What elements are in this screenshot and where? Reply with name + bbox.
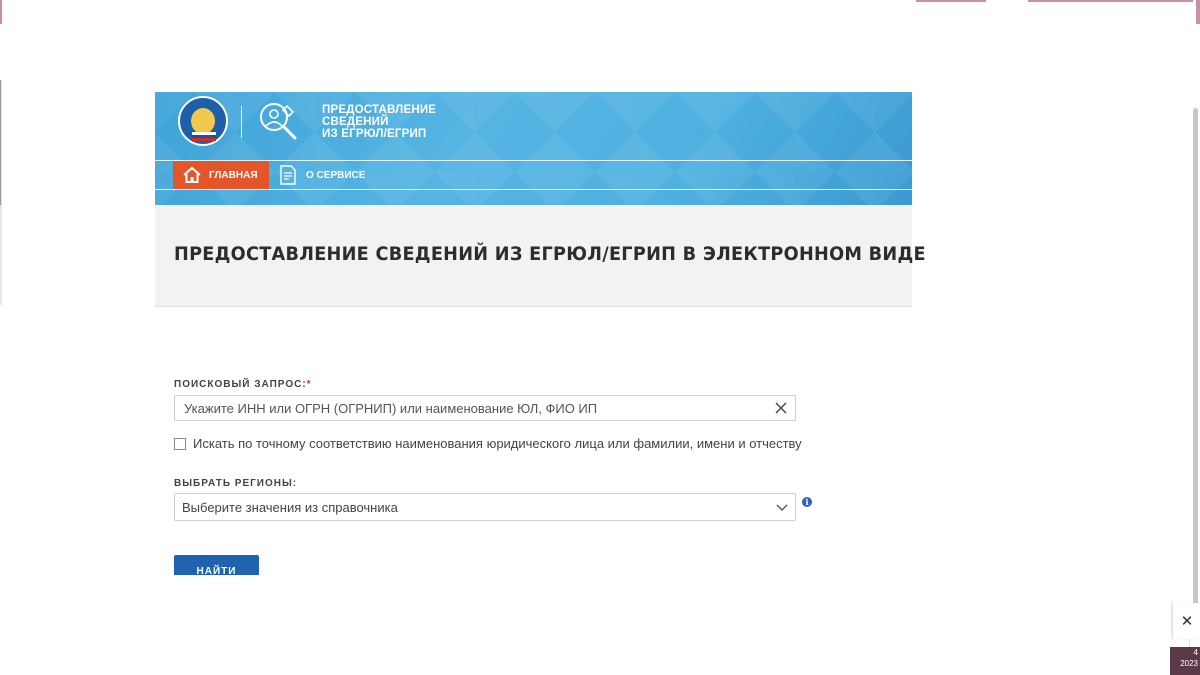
clock-line: 4	[1193, 648, 1198, 657]
nav-divider	[155, 189, 912, 190]
service-title-line: ИЗ ЕГРЮЛ/ЕГРИП	[322, 128, 427, 140]
exact-match-checkbox[interactable]	[174, 437, 186, 450]
nav-item-about[interactable]: О СЕРВИСЕ	[269, 161, 365, 189]
russian-flag-icon	[192, 132, 216, 141]
clock-line: 2023	[1180, 659, 1198, 668]
service-title[interactable]: ПРЕДОСТАВЛЕНИЕ СВЕДЕНИЙ ИЗ ЕГРЮЛ/ЕГРИП	[322, 104, 522, 140]
document-icon	[280, 165, 296, 185]
nav-about-label: О СЕРВИСЕ	[306, 169, 366, 181]
top-edge-line	[1028, 0, 1193, 2]
exact-match-option[interactable]: Искать по точному соответствию наименова…	[174, 436, 802, 451]
search-button[interactable]: НАЙТИ	[174, 555, 259, 575]
regions-select[interactable]: Выберите значения из справочника	[174, 493, 796, 521]
left-edge-divider	[0, 80, 1, 205]
page-title: ПРЕДОСТАВЛЕНИЕ СВЕДЕНИЙ ИЗ ЕГРЮЛ/ЕГРИП В…	[174, 243, 926, 265]
service-title-line: ПРЕДОСТАВЛЕНИЕ	[322, 104, 437, 116]
scrollbar-thumb[interactable]	[1193, 108, 1198, 608]
main-nav: ГЛАВНАЯ О СЕРВИСЕ	[173, 161, 365, 189]
home-icon	[183, 166, 201, 183]
query-label: ПОИСКОВЫЙ ЗАПРОС:*	[174, 379, 312, 390]
required-mark: *	[306, 379, 312, 390]
regions-label: ВЫБРАТЬ РЕГИОНЫ:	[174, 478, 298, 489]
top-edge-mark-left	[0, 0, 2, 24]
top-edge-mark-right	[1196, 0, 1200, 24]
site-header: ПРЕДОСТАВЛЕНИЕ СВЕДЕНИЙ ИЗ ЕГРЮЛ/ЕГРИП Г…	[155, 92, 912, 205]
chevron-down-icon[interactable]	[776, 501, 788, 513]
nav-home-label: ГЛАВНАЯ	[209, 169, 258, 181]
query-label-text: ПОИСКОВЫЙ ЗАПРОС:	[174, 379, 307, 390]
emblem-eagle-icon	[191, 108, 215, 134]
title-band: ПРЕДОСТАВЛЕНИЕ СВЕДЕНИЙ ИЗ ЕГРЮЛ/ЕГРИП В…	[155, 205, 926, 307]
fns-emblem-icon[interactable]	[178, 96, 228, 146]
top-edge-line	[916, 0, 986, 2]
search-query-input[interactable]	[182, 399, 756, 417]
nav-item-home[interactable]: ГЛАВНАЯ	[173, 161, 269, 189]
page-scrollbar[interactable]	[1189, 48, 1200, 656]
taskbar-clock: 4 2023	[1170, 647, 1200, 675]
search-query-field[interactable]	[174, 395, 796, 421]
close-panel-button[interactable]: ✕	[1172, 603, 1200, 639]
regions-select-value: Выберите значения из справочника	[182, 499, 398, 515]
exact-match-label[interactable]: Искать по точному соответствию наименова…	[193, 436, 802, 451]
service-title-line: СВЕДЕНИЙ	[322, 116, 389, 128]
info-icon[interactable]: i	[802, 497, 812, 507]
service-magnifier-wrench-icon	[260, 103, 297, 140]
close-icon[interactable]	[774, 401, 788, 415]
logo-separator	[241, 106, 242, 138]
